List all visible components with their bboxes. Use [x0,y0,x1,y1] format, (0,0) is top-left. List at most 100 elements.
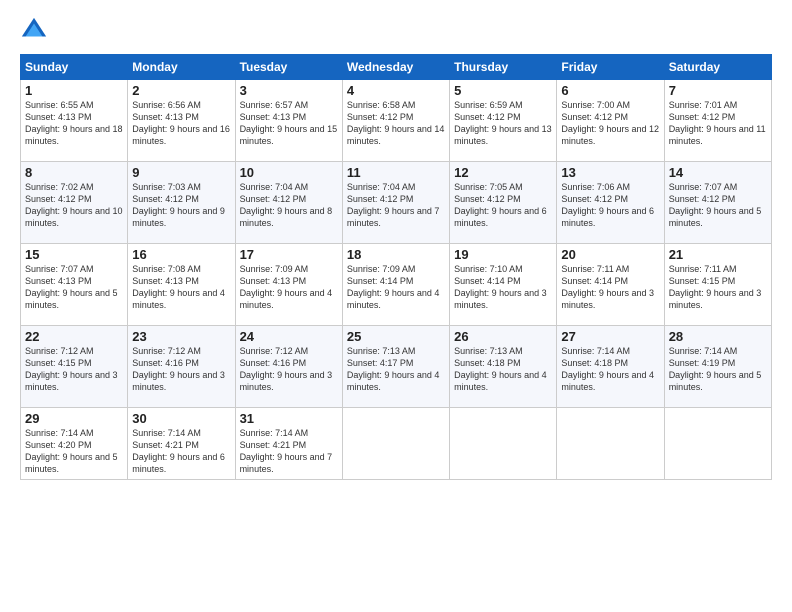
weekday-header-sunday: Sunday [21,55,128,80]
day-info: Sunrise: 7:14 AM Sunset: 4:21 PM Dayligh… [132,427,230,476]
weekday-header-row: SundayMondayTuesdayWednesdayThursdayFrid… [21,55,772,80]
calendar-cell: 29 Sunrise: 7:14 AM Sunset: 4:20 PM Dayl… [21,408,128,480]
logo-icon [20,16,48,44]
day-number: 8 [25,165,123,180]
calendar-cell: 18 Sunrise: 7:09 AM Sunset: 4:14 PM Dayl… [342,244,449,326]
day-number: 11 [347,165,445,180]
week-row-2: 8 Sunrise: 7:02 AM Sunset: 4:12 PM Dayli… [21,162,772,244]
week-row-3: 15 Sunrise: 7:07 AM Sunset: 4:13 PM Dayl… [21,244,772,326]
calendar-cell: 9 Sunrise: 7:03 AM Sunset: 4:12 PM Dayli… [128,162,235,244]
day-info: Sunrise: 7:14 AM Sunset: 4:18 PM Dayligh… [561,345,659,394]
calendar-cell [342,408,449,480]
day-info: Sunrise: 7:07 AM Sunset: 4:12 PM Dayligh… [669,181,767,230]
calendar-cell: 21 Sunrise: 7:11 AM Sunset: 4:15 PM Dayl… [664,244,771,326]
calendar-cell: 15 Sunrise: 7:07 AM Sunset: 4:13 PM Dayl… [21,244,128,326]
day-number: 28 [669,329,767,344]
day-info: Sunrise: 7:10 AM Sunset: 4:14 PM Dayligh… [454,263,552,312]
day-info: Sunrise: 7:13 AM Sunset: 4:17 PM Dayligh… [347,345,445,394]
calendar-cell: 2 Sunrise: 6:56 AM Sunset: 4:13 PM Dayli… [128,80,235,162]
day-number: 13 [561,165,659,180]
day-info: Sunrise: 7:05 AM Sunset: 4:12 PM Dayligh… [454,181,552,230]
day-number: 22 [25,329,123,344]
calendar-cell: 13 Sunrise: 7:06 AM Sunset: 4:12 PM Dayl… [557,162,664,244]
calendar-cell: 20 Sunrise: 7:11 AM Sunset: 4:14 PM Dayl… [557,244,664,326]
day-number: 17 [240,247,338,262]
day-info: Sunrise: 7:12 AM Sunset: 4:16 PM Dayligh… [240,345,338,394]
calendar-cell [557,408,664,480]
weekday-header-thursday: Thursday [450,55,557,80]
day-number: 7 [669,83,767,98]
calendar-cell: 31 Sunrise: 7:14 AM Sunset: 4:21 PM Dayl… [235,408,342,480]
weekday-header-tuesday: Tuesday [235,55,342,80]
day-info: Sunrise: 7:03 AM Sunset: 4:12 PM Dayligh… [132,181,230,230]
calendar-cell: 4 Sunrise: 6:58 AM Sunset: 4:12 PM Dayli… [342,80,449,162]
calendar-cell: 16 Sunrise: 7:08 AM Sunset: 4:13 PM Dayl… [128,244,235,326]
header [20,16,772,44]
day-number: 14 [669,165,767,180]
day-info: Sunrise: 7:02 AM Sunset: 4:12 PM Dayligh… [25,181,123,230]
day-number: 1 [25,83,123,98]
day-info: Sunrise: 7:11 AM Sunset: 4:14 PM Dayligh… [561,263,659,312]
logo [20,16,50,44]
day-number: 26 [454,329,552,344]
day-number: 20 [561,247,659,262]
weekday-header-friday: Friday [557,55,664,80]
calendar-cell [664,408,771,480]
day-number: 24 [240,329,338,344]
calendar-cell: 30 Sunrise: 7:14 AM Sunset: 4:21 PM Dayl… [128,408,235,480]
day-number: 18 [347,247,445,262]
calendar-cell: 3 Sunrise: 6:57 AM Sunset: 4:13 PM Dayli… [235,80,342,162]
day-info: Sunrise: 7:04 AM Sunset: 4:12 PM Dayligh… [347,181,445,230]
calendar-cell: 10 Sunrise: 7:04 AM Sunset: 4:12 PM Dayl… [235,162,342,244]
day-info: Sunrise: 6:56 AM Sunset: 4:13 PM Dayligh… [132,99,230,148]
calendar-table: SundayMondayTuesdayWednesdayThursdayFrid… [20,54,772,480]
calendar-cell: 17 Sunrise: 7:09 AM Sunset: 4:13 PM Dayl… [235,244,342,326]
calendar-cell: 6 Sunrise: 7:00 AM Sunset: 4:12 PM Dayli… [557,80,664,162]
day-number: 16 [132,247,230,262]
day-info: Sunrise: 7:09 AM Sunset: 4:13 PM Dayligh… [240,263,338,312]
day-number: 29 [25,411,123,426]
calendar-cell: 28 Sunrise: 7:14 AM Sunset: 4:19 PM Dayl… [664,326,771,408]
day-number: 10 [240,165,338,180]
calendar-cell: 1 Sunrise: 6:55 AM Sunset: 4:13 PM Dayli… [21,80,128,162]
day-info: Sunrise: 7:00 AM Sunset: 4:12 PM Dayligh… [561,99,659,148]
calendar-cell: 11 Sunrise: 7:04 AM Sunset: 4:12 PM Dayl… [342,162,449,244]
day-number: 27 [561,329,659,344]
week-row-5: 29 Sunrise: 7:14 AM Sunset: 4:20 PM Dayl… [21,408,772,480]
calendar-cell: 19 Sunrise: 7:10 AM Sunset: 4:14 PM Dayl… [450,244,557,326]
day-number: 6 [561,83,659,98]
weekday-header-wednesday: Wednesday [342,55,449,80]
day-number: 15 [25,247,123,262]
day-number: 30 [132,411,230,426]
calendar-cell: 8 Sunrise: 7:02 AM Sunset: 4:12 PM Dayli… [21,162,128,244]
day-number: 25 [347,329,445,344]
day-info: Sunrise: 7:04 AM Sunset: 4:12 PM Dayligh… [240,181,338,230]
day-info: Sunrise: 7:13 AM Sunset: 4:18 PM Dayligh… [454,345,552,394]
day-number: 4 [347,83,445,98]
calendar-cell: 23 Sunrise: 7:12 AM Sunset: 4:16 PM Dayl… [128,326,235,408]
calendar-cell [450,408,557,480]
day-number: 19 [454,247,552,262]
calendar-cell: 27 Sunrise: 7:14 AM Sunset: 4:18 PM Dayl… [557,326,664,408]
day-number: 12 [454,165,552,180]
day-info: Sunrise: 6:55 AM Sunset: 4:13 PM Dayligh… [25,99,123,148]
week-row-4: 22 Sunrise: 7:12 AM Sunset: 4:15 PM Dayl… [21,326,772,408]
day-info: Sunrise: 6:59 AM Sunset: 4:12 PM Dayligh… [454,99,552,148]
day-number: 3 [240,83,338,98]
weekday-header-saturday: Saturday [664,55,771,80]
day-info: Sunrise: 7:12 AM Sunset: 4:16 PM Dayligh… [132,345,230,394]
day-number: 9 [132,165,230,180]
day-info: Sunrise: 7:06 AM Sunset: 4:12 PM Dayligh… [561,181,659,230]
day-info: Sunrise: 7:01 AM Sunset: 4:12 PM Dayligh… [669,99,767,148]
calendar-cell: 24 Sunrise: 7:12 AM Sunset: 4:16 PM Dayl… [235,326,342,408]
day-number: 5 [454,83,552,98]
day-info: Sunrise: 7:12 AM Sunset: 4:15 PM Dayligh… [25,345,123,394]
day-info: Sunrise: 7:14 AM Sunset: 4:21 PM Dayligh… [240,427,338,476]
day-info: Sunrise: 7:07 AM Sunset: 4:13 PM Dayligh… [25,263,123,312]
page: SundayMondayTuesdayWednesdayThursdayFrid… [0,0,792,612]
calendar-cell: 7 Sunrise: 7:01 AM Sunset: 4:12 PM Dayli… [664,80,771,162]
calendar-cell: 12 Sunrise: 7:05 AM Sunset: 4:12 PM Dayl… [450,162,557,244]
day-number: 21 [669,247,767,262]
day-info: Sunrise: 7:14 AM Sunset: 4:19 PM Dayligh… [669,345,767,394]
day-number: 31 [240,411,338,426]
